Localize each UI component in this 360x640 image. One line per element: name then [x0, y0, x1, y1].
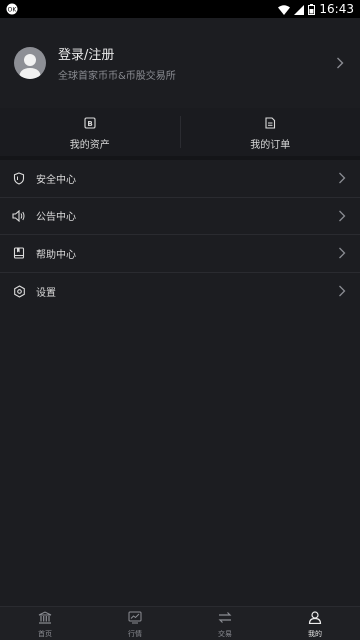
gear-icon [12, 284, 26, 298]
status-right: 16:43 [278, 0, 354, 19]
svg-text:B: B [87, 119, 92, 127]
menu-item-label: 安全中心 [36, 174, 76, 186]
signal-icon [294, 0, 305, 19]
speaker-icon [12, 209, 26, 223]
menu-item-label: 公告中心 [36, 212, 76, 224]
tab-label: 我的 [308, 629, 322, 638]
menu-item-help-center[interactable]: 帮助中心 [0, 235, 360, 273]
chevron-right-icon [336, 172, 348, 184]
menu-item-label: 帮助中心 [36, 249, 76, 261]
my-assets-button[interactable]: B 我的资产 [0, 108, 180, 156]
my-orders-button[interactable]: 我的订单 [181, 108, 360, 156]
swap-icon [217, 609, 233, 628]
chevron-right-icon [334, 57, 346, 69]
shield-icon [12, 171, 26, 185]
my-orders-label: 我的订单 [250, 139, 291, 151]
avatar [14, 47, 46, 79]
menu-item-announcement-center[interactable]: 公告中心 [0, 198, 360, 235]
chevron-right-icon [336, 285, 348, 297]
tab-trade[interactable]: 交易 [180, 607, 270, 640]
svg-text:OK: OK [8, 6, 18, 13]
quick-actions: B 我的资产 我的订单 [0, 108, 360, 156]
chevron-right-icon [336, 247, 348, 259]
chart-icon [128, 609, 142, 628]
bank-icon [38, 609, 52, 628]
tab-mine[interactable]: 我的 [270, 607, 360, 640]
user-icon [308, 609, 322, 628]
notification-icon: OK [6, 0, 18, 19]
tab-market[interactable]: 行情 [90, 607, 180, 640]
tab-home[interactable]: 首页 [0, 607, 90, 640]
menu-item-label: 设置 [36, 287, 56, 299]
status-time: 16:43 [319, 2, 354, 16]
my-assets-label: 我的资产 [69, 139, 110, 151]
document-icon [264, 114, 276, 133]
status-bar: OK 16:43 [0, 0, 360, 18]
battery-icon [308, 0, 316, 19]
menu-item-security-center[interactable]: 安全中心 [0, 160, 360, 198]
login-register-row[interactable]: 登录/注册 全球首家币币&币股交易所 [0, 18, 360, 108]
tab-label: 交易 [218, 629, 232, 638]
menu-item-settings[interactable]: 设置 [0, 273, 360, 311]
wifi-icon [278, 0, 291, 19]
settings-menu: 安全中心 公告中心 帮助中心 设置 [0, 160, 360, 310]
login-register-label: 登录/注册 [58, 48, 115, 63]
tab-label: 首页 [38, 629, 52, 638]
chevron-right-icon [336, 210, 348, 222]
book-icon [12, 246, 26, 260]
tab-label: 行情 [128, 629, 142, 638]
bitcoin-icon: B [84, 114, 96, 133]
profile-text: 登录/注册 全球首家币币&币股交易所 [58, 44, 334, 82]
profile-subtitle: 全球首家币币&币股交易所 [58, 71, 176, 82]
bottom-tab-bar: 首页 行情 交易 我的 [0, 606, 360, 640]
user-silhouette-icon [19, 54, 41, 79]
status-left: OK [6, 0, 18, 19]
